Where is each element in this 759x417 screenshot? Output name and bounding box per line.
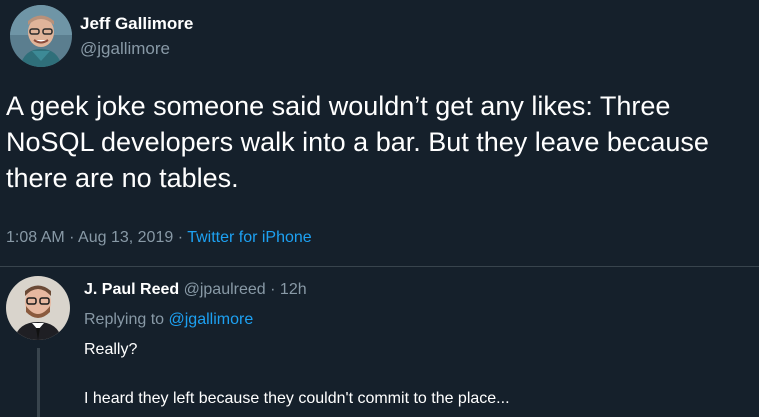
reply-separator: · (270, 281, 276, 298)
reply-header: J. Paul Reed @jpaulreed · 12h (84, 281, 307, 299)
replying-to-mention[interactable]: @jgallimore (169, 311, 254, 328)
tweet-thread: Jeff Gallimore @jgallimore A geek joke s… (0, 0, 759, 417)
reply-text-line: Really? (84, 341, 138, 358)
replying-to-label: Replying to (84, 311, 165, 328)
tweet-text: A geek joke someone said wouldn’t get an… (6, 91, 709, 193)
tweet-source[interactable]: Twitter for iPhone (187, 229, 312, 246)
author-name[interactable]: Jeff Gallimore (80, 14, 193, 34)
reply-author-handle[interactable]: @jpaulreed (184, 281, 266, 298)
author-avatar[interactable] (10, 5, 72, 67)
author-handle[interactable]: @jgallimore (80, 39, 193, 59)
meta-separator: · (69, 229, 75, 246)
reply-time[interactable]: 12h (280, 281, 307, 298)
tweet-date[interactable]: Aug 13, 2019 (78, 229, 173, 246)
thread-line (37, 348, 40, 417)
meta-separator: · (177, 229, 184, 246)
divider (0, 266, 759, 267)
reply-author-avatar[interactable] (6, 276, 70, 340)
replying-to: Replying to @jgallimore (84, 311, 253, 329)
reply-author-avatar-image (6, 276, 70, 340)
tweet-meta: 1:08 AM · Aug 13, 2019 · Twitter for iPh… (6, 229, 312, 247)
reply-author-name[interactable]: J. Paul Reed (84, 281, 179, 298)
author-info: Jeff Gallimore @jgallimore (80, 14, 193, 59)
author-avatar-image (10, 5, 72, 67)
tweet-time[interactable]: 1:08 AM (6, 229, 65, 246)
reply-text-line: I heard they left because they couldn't … (84, 390, 510, 407)
